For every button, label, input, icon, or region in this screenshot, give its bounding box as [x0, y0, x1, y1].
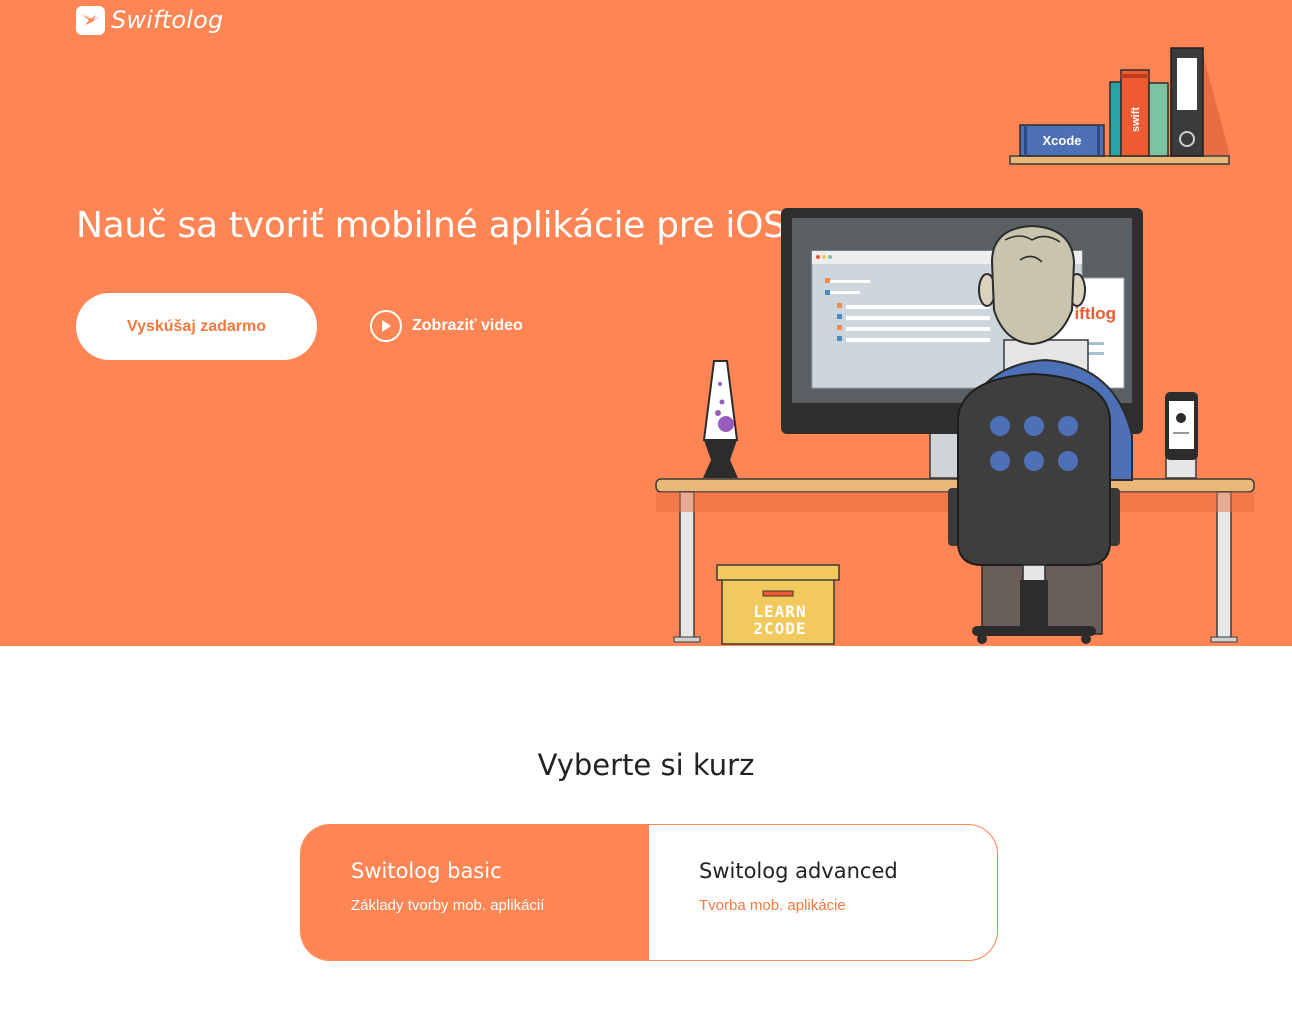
course-selector: Switolog basic Základy tvorby mob. aplik…	[300, 824, 998, 961]
course-description: Základy tvorby mob. aplikácií	[351, 897, 545, 914]
lava-lamp	[702, 360, 739, 478]
course-name: Switolog advanced	[699, 859, 898, 883]
box-label-line-2: 2CODE	[753, 619, 806, 638]
show-video-label: Zobraziť video	[412, 317, 523, 334]
phone-on-dock	[1165, 392, 1198, 479]
brand-name: Swiftolog	[111, 6, 224, 34]
xcode-book-label: Xcode	[1042, 133, 1081, 148]
developer-desk-illustration: Xcode swift LEARN 2CODE iftlog	[655, 47, 1255, 645]
brand-logo[interactable]: Swiftolog	[76, 5, 223, 35]
course-card-advanced[interactable]: Switolog advanced Tvorba mob. aplikácie	[649, 825, 997, 960]
play-icon	[370, 310, 402, 342]
try-free-button[interactable]: Vyskúšaj zadarmo	[76, 293, 317, 360]
show-video-link[interactable]: Zobraziť video	[370, 308, 523, 344]
swift-book-label: swift	[1130, 107, 1142, 132]
courses-section-title: Vyberte si kurz	[537, 748, 755, 782]
course-name: Switolog basic	[351, 859, 502, 883]
learn-to-code-box: LEARN 2CODE	[716, 564, 840, 645]
course-description: Tvorba mob. aplikácie	[699, 897, 846, 914]
swift-bird-icon	[76, 5, 105, 35]
bookshelf: Xcode swift	[1009, 47, 1230, 165]
hero-section: Swiftolog Nauč sa tvoriť mobilné aplikác…	[0, 0, 1292, 646]
course-card-basic[interactable]: Switolog basic Základy tvorby mob. aplik…	[301, 825, 649, 960]
screen-brand-text: iftlog	[1074, 304, 1116, 323]
